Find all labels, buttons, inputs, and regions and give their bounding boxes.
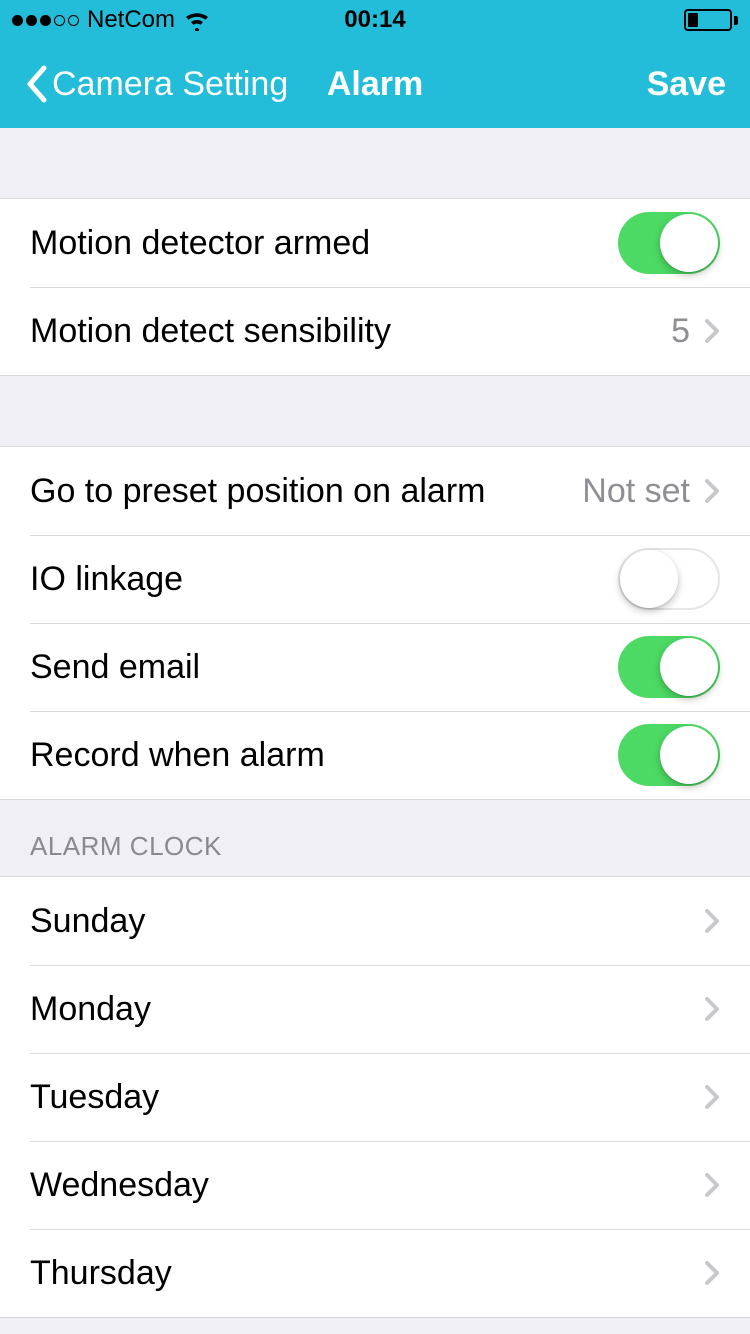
sunday-label: Sunday bbox=[30, 902, 704, 941]
row-send-email: Send email bbox=[0, 623, 750, 711]
io-linkage-toggle[interactable] bbox=[618, 548, 720, 610]
motion-armed-label: Motion detector armed bbox=[30, 224, 618, 263]
chevron-right-icon bbox=[704, 478, 720, 504]
wednesday-label: Wednesday bbox=[30, 1166, 704, 1205]
chevron-right-icon bbox=[704, 996, 720, 1022]
sensibility-value: 5 bbox=[671, 312, 690, 351]
page-title: Alarm bbox=[327, 65, 423, 104]
row-sensibility[interactable]: Motion detect sensibility 5 bbox=[0, 287, 750, 375]
preset-label: Go to preset position on alarm bbox=[30, 472, 582, 511]
thursday-label: Thursday bbox=[30, 1254, 704, 1293]
row-record-alarm: Record when alarm bbox=[0, 711, 750, 799]
section-alarm-clock: Sunday Monday Tuesday Wednesday Thursday bbox=[0, 876, 750, 1318]
status-bar: NetCom 00:14 bbox=[0, 0, 750, 40]
io-label: IO linkage bbox=[30, 560, 618, 599]
row-monday[interactable]: Monday bbox=[0, 965, 750, 1053]
save-button[interactable]: Save bbox=[647, 65, 726, 104]
send-email-toggle[interactable] bbox=[618, 636, 720, 698]
monday-label: Monday bbox=[30, 990, 704, 1029]
row-motion-armed: Motion detector armed bbox=[0, 199, 750, 287]
email-label: Send email bbox=[30, 648, 618, 687]
carrier-label: NetCom bbox=[87, 6, 175, 34]
chevron-right-icon bbox=[704, 318, 720, 344]
section-motion: Motion detector armed Motion detect sens… bbox=[0, 198, 750, 376]
back-button[interactable]: Camera Setting bbox=[24, 64, 288, 104]
row-tuesday[interactable]: Tuesday bbox=[0, 1053, 750, 1141]
record-label: Record when alarm bbox=[30, 736, 618, 775]
row-wednesday[interactable]: Wednesday bbox=[0, 1141, 750, 1229]
row-sunday[interactable]: Sunday bbox=[0, 877, 750, 965]
battery-icon bbox=[684, 9, 738, 31]
preset-value: Not set bbox=[582, 472, 690, 511]
row-preset-position[interactable]: Go to preset position on alarm Not set bbox=[0, 447, 750, 535]
wifi-icon bbox=[183, 9, 211, 31]
chevron-right-icon bbox=[704, 1172, 720, 1198]
back-chevron-icon bbox=[24, 64, 48, 104]
sensibility-label: Motion detect sensibility bbox=[30, 312, 671, 351]
chevron-right-icon bbox=[704, 908, 720, 934]
row-io-linkage: IO linkage bbox=[0, 535, 750, 623]
tuesday-label: Tuesday bbox=[30, 1078, 704, 1117]
section-alarm-actions: Go to preset position on alarm Not set I… bbox=[0, 446, 750, 800]
alarm-clock-header: ALARM CLOCK bbox=[0, 800, 750, 876]
back-label: Camera Setting bbox=[52, 65, 288, 104]
status-left: NetCom bbox=[12, 6, 211, 34]
nav-bar: Camera Setting Alarm Save bbox=[0, 40, 750, 128]
status-time: 00:14 bbox=[344, 6, 405, 34]
signal-strength-icon bbox=[12, 15, 79, 26]
chevron-right-icon bbox=[704, 1084, 720, 1110]
motion-armed-toggle[interactable] bbox=[618, 212, 720, 274]
row-thursday[interactable]: Thursday bbox=[0, 1229, 750, 1317]
chevron-right-icon bbox=[704, 1260, 720, 1286]
record-alarm-toggle[interactable] bbox=[618, 724, 720, 786]
